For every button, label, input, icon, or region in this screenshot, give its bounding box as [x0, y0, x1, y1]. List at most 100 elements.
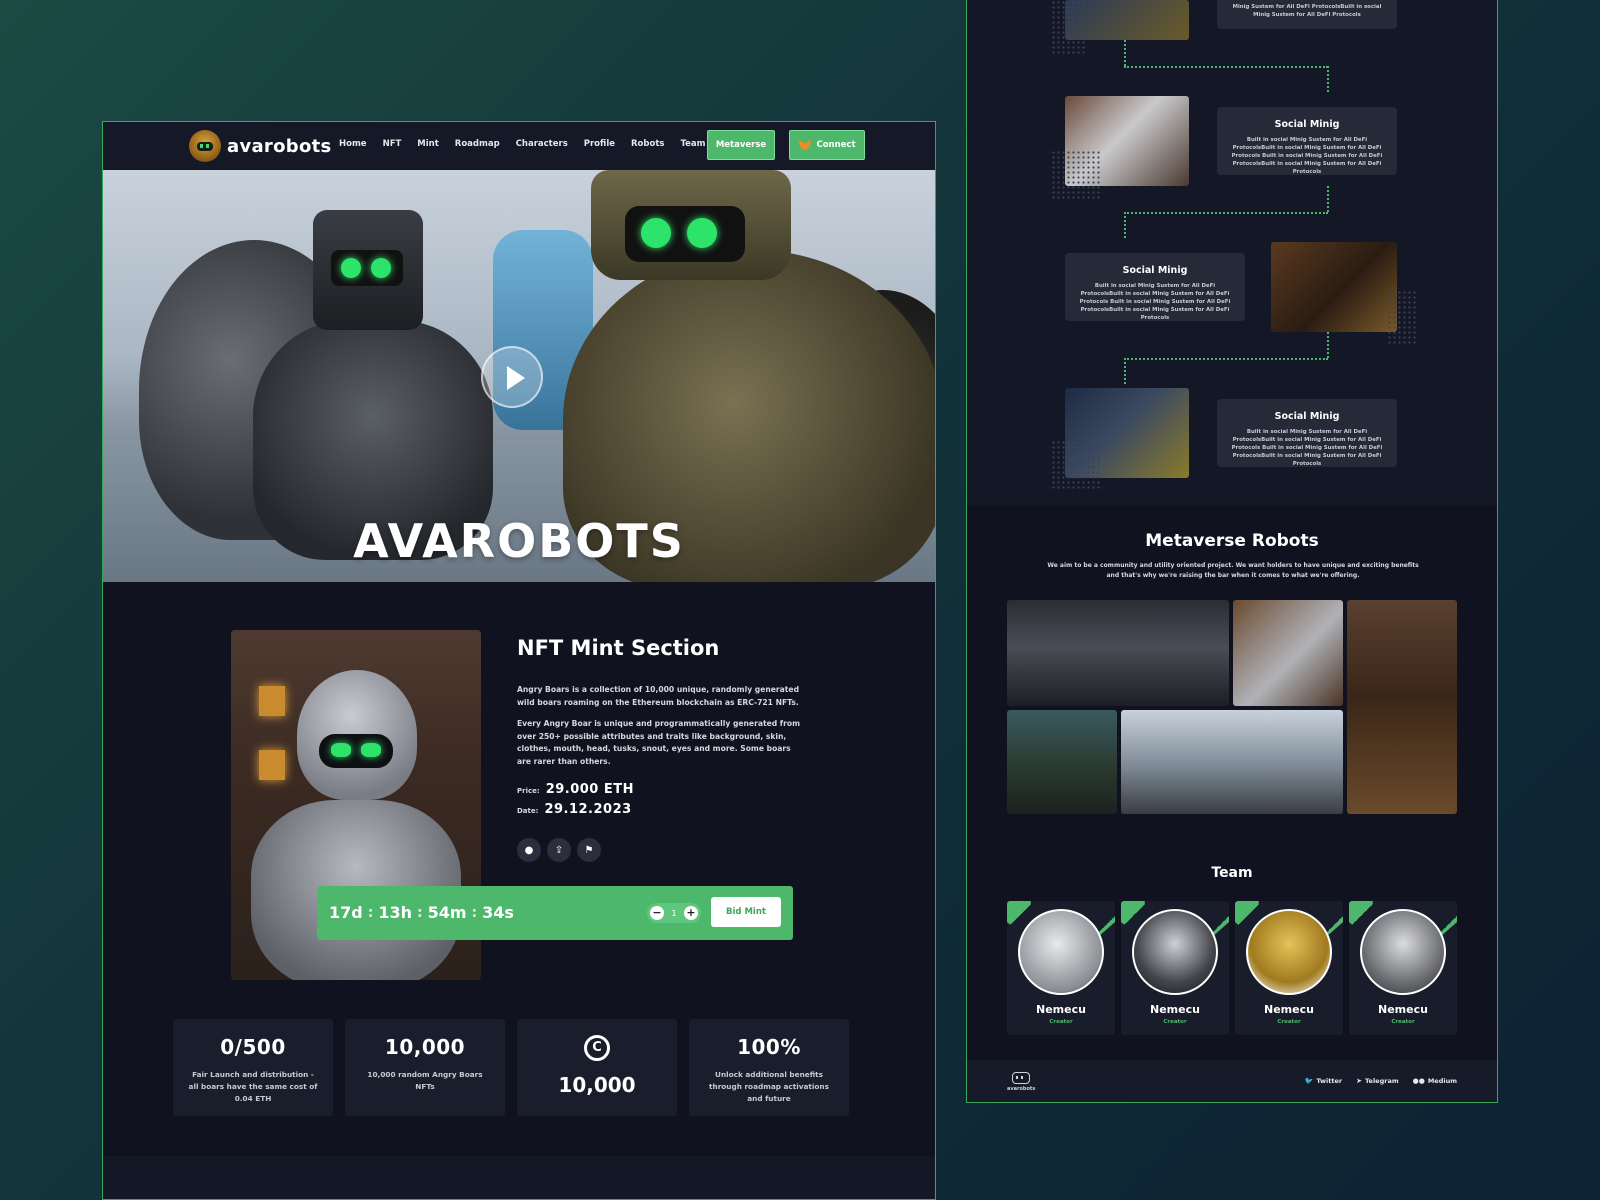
mint-description-1: Angry Boars is a collection of 10,000 un…	[517, 685, 800, 707]
avatar	[1132, 909, 1218, 995]
discord-icon[interactable]: ●	[517, 838, 541, 862]
roadmap-connector	[1124, 212, 1328, 214]
roadmap-connector	[1124, 40, 1126, 66]
next-section-strip	[103, 1156, 935, 1199]
robot-logo-icon	[1012, 1072, 1031, 1084]
medium-link[interactable]: ●● Medium	[1413, 1077, 1457, 1085]
roadmap-card-text: Minig Sustem for All DeFi ProtocolsBuilt…	[1232, 4, 1382, 18]
gallery-image-robot[interactable]	[1233, 600, 1343, 706]
robot-logo-icon	[189, 130, 221, 162]
roadmap-card-text: Built in social Minig Sustem for All DeF…	[1079, 283, 1231, 321]
avatar	[1018, 909, 1104, 995]
roadmap-card-text: Built in social Minig Sustem for All DeF…	[1231, 137, 1383, 175]
logo-text: avarobots	[227, 135, 332, 157]
stat-value: 10,000	[384, 1035, 466, 1059]
stat-value: 10,000	[558, 1073, 636, 1097]
flag-icon[interactable]: ⚑	[577, 838, 601, 862]
member-name: Nemecu	[1378, 1003, 1428, 1016]
hero-banner: AVAROBOTS	[103, 170, 935, 582]
roadmap-connector	[1124, 212, 1126, 238]
landing-page-mockup: avarobots Home NFT Mint Roadmap Characte…	[102, 121, 936, 1200]
bid-mint-button[interactable]: Bid Mint	[711, 897, 781, 927]
avatar	[1360, 909, 1446, 995]
dot-grid	[1387, 290, 1417, 346]
nav-link-nft[interactable]: NFT	[383, 139, 402, 149]
avatar	[1246, 909, 1332, 995]
countdown-days: 17d	[329, 903, 363, 922]
roadmap-card-title: Social Minig	[1274, 411, 1340, 422]
nav-link-profile[interactable]: Profile	[584, 139, 615, 149]
team-member-card[interactable]: Nemecu Creator	[1121, 901, 1229, 1035]
footer-logo-text: avarobots	[1007, 1086, 1036, 1092]
copyright-icon: C	[584, 1035, 610, 1061]
roadmap-card: Minig Sustem for All DeFi ProtocolsBuilt…	[1217, 0, 1397, 29]
countdown-minutes: 54m	[427, 903, 467, 922]
nav-links: Home NFT Mint Roadmap Characters Profile…	[339, 139, 721, 149]
metamask-fox-icon	[798, 139, 812, 151]
countdown-hours: 13h	[378, 903, 412, 922]
stat-card-copyright: C 10,000	[517, 1019, 677, 1116]
mint-description-2: Every Angry Boar is unique and programma…	[517, 719, 800, 766]
nav-link-characters[interactable]: Characters	[516, 139, 568, 149]
hero-title: AVAROBOTS	[353, 514, 685, 568]
nav-link-mint[interactable]: Mint	[417, 139, 439, 149]
connect-wallet-button[interactable]: Connect	[789, 130, 865, 160]
footer: avarobots 🐦 Twitter ➤ Telegram ●● Medium	[967, 1060, 1497, 1102]
team-member-card[interactable]: Nemecu Creator	[1349, 901, 1457, 1035]
team-member-card[interactable]: Nemecu Creator	[1007, 901, 1115, 1035]
countdown-separator: :	[416, 904, 423, 921]
member-role: Creator	[1049, 1019, 1073, 1025]
date-label: Date:	[517, 807, 539, 815]
nav-link-home[interactable]: Home	[339, 139, 367, 149]
navbar: avarobots Home NFT Mint Roadmap Characte…	[103, 122, 935, 170]
member-role: Creator	[1277, 1019, 1301, 1025]
stat-value: 0/500	[220, 1035, 286, 1059]
team-member-card[interactable]: Nemecu Creator	[1235, 901, 1343, 1035]
stat-card-supply: 0/500 Fair Launch and distribution - all…	[173, 1019, 333, 1116]
footer-logo[interactable]: avarobots	[1007, 1072, 1035, 1092]
social-links: 🐦 Twitter ➤ Telegram ●● Medium	[1305, 1077, 1457, 1085]
nav-link-robots[interactable]: Robots	[631, 139, 664, 149]
telegram-icon: ➤	[1356, 1077, 1362, 1085]
member-name: Nemecu	[1150, 1003, 1200, 1016]
metaverse-button[interactable]: Metaverse	[707, 130, 775, 160]
metaverse-subtitle: We aim to be a community and utility ori…	[1047, 562, 1419, 579]
decrement-button[interactable]: −	[650, 906, 664, 920]
roadmap-card-title: Social Minig	[1274, 119, 1340, 130]
nav-link-roadmap[interactable]: Roadmap	[455, 139, 500, 149]
dot-grid	[1051, 440, 1101, 490]
price-label: Price:	[517, 787, 540, 795]
member-role: Creator	[1391, 1019, 1415, 1025]
dot-grid	[1051, 0, 1087, 54]
roadmap-connector	[1124, 358, 1126, 384]
countdown-separator: :	[367, 904, 374, 921]
gallery-image-robots-field[interactable]	[1007, 710, 1117, 814]
telegram-link[interactable]: ➤ Telegram	[1356, 1077, 1399, 1085]
logo[interactable]: avarobots	[189, 130, 332, 162]
price-row: Price: 29.000 ETH	[517, 782, 634, 797]
roadmap-image	[1271, 242, 1397, 332]
member-name: Nemecu	[1036, 1003, 1086, 1016]
roadmap-connector	[1327, 332, 1329, 358]
gallery-image-corridor[interactable]	[1007, 600, 1229, 706]
share-icon[interactable]: ⇪	[547, 838, 571, 862]
nav-link-team[interactable]: Team	[680, 139, 705, 149]
gallery-image-hero[interactable]	[1121, 710, 1343, 814]
twitter-label: Twitter	[1316, 1077, 1343, 1085]
stat-description: Fair Launch and distribution - all boars…	[188, 1070, 318, 1103]
quantity-stepper: − 1 +	[647, 903, 701, 923]
roadmap-card-text: Built in social Minig Sustem for All DeF…	[1231, 429, 1383, 467]
roadmap-connector	[1124, 358, 1328, 360]
olive-robot-visor	[625, 206, 745, 262]
roadmap-page-mockup: Minig Sustem for All DeFi ProtocolsBuilt…	[966, 0, 1498, 1103]
mint-actions: ● ⇪ ⚑	[517, 838, 601, 862]
gallery-image-robot-tall[interactable]	[1347, 600, 1457, 814]
twitter-link[interactable]: 🐦 Twitter	[1305, 1077, 1343, 1085]
play-video-button[interactable]	[481, 346, 543, 408]
increment-button[interactable]: +	[684, 906, 698, 920]
roadmap-connector	[1327, 186, 1329, 212]
countdown-bar: 17d : 13h : 54m : 34s − 1 + Bid Mint	[317, 886, 793, 940]
stat-card-collection: 10,000 10,000 random Angry Boars NFTs	[345, 1019, 505, 1116]
stat-description: 10,000 random Angry Boars NFTs	[367, 1070, 483, 1091]
medium-icon: ●●	[1412, 1077, 1425, 1085]
